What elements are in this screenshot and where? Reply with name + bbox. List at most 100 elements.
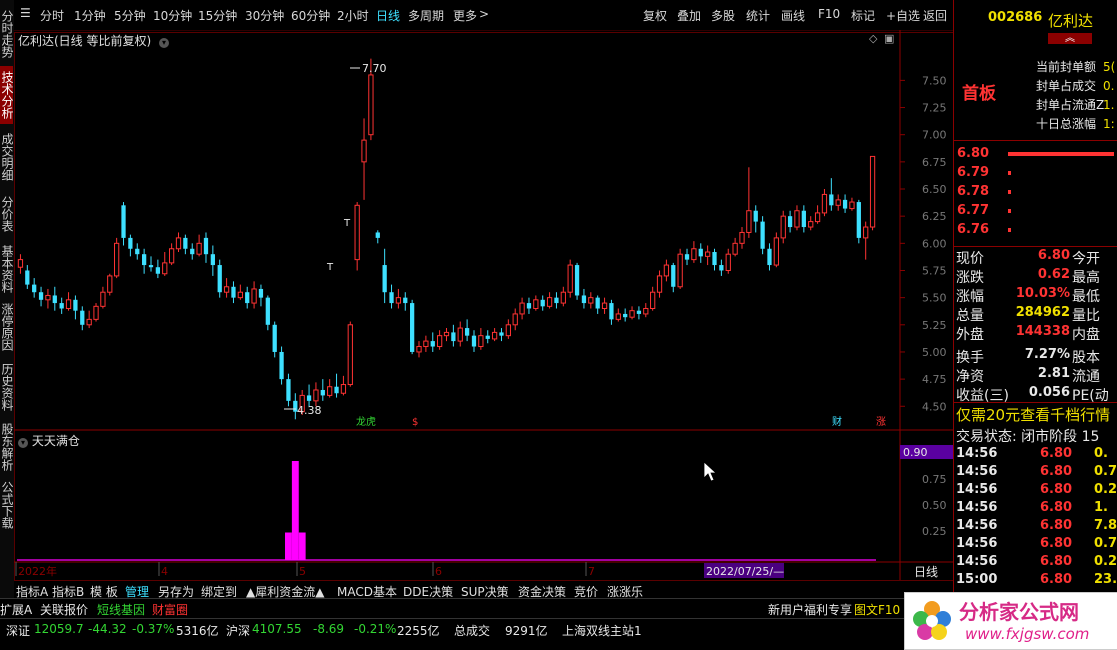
menu-icon[interactable]: ☰ [20,6,31,20]
tick-volume: 0.2 [1094,554,1117,569]
price-tick-label: 6.50 [922,183,947,196]
fullscreen-icon[interactable]: ▣ [884,32,894,45]
left-tab-shareholders[interactable]: 股东解析 [0,420,13,474]
promo-banner[interactable]: 仅需20元查看千档行情 [956,404,1110,425]
seal-item-3: 十日总涨幅 [1036,117,1097,131]
candle-body [286,379,291,401]
order-book-price: 6.78 [957,184,990,199]
server-name[interactable]: 上海双线主站1 [562,622,642,639]
left-tab-intraday[interactable]: 分时走势 [0,8,13,60]
chart-title: 亿利达(日线 等比前复权) ▾ [18,32,170,49]
seal-value-2: 1. [1103,98,1115,112]
kline-chart[interactable]: 7.50 7.25 7.00 6.75 6.50 6.25 6.00 5.75 5.50 5.25… [14,30,953,580]
f10-button[interactable]: F10 [818,7,840,21]
indicator-title[interactable]: ▾ 天天满仓 [18,432,80,449]
tick-price: 6.80 [1040,446,1073,461]
left-tab-limit-reason[interactable]: 涨停原因 [0,300,13,354]
period-2hour[interactable]: 2小时 [337,7,369,24]
chart-marker[interactable]: T [343,218,351,229]
left-tab-price-dist[interactable]: 分价表 [0,190,13,238]
market-0-name[interactable]: 深证 [6,622,30,639]
indicator-series [285,461,306,560]
top-toolbar: ☰ 分时 1分钟 5分钟 10分钟 15分钟 30分钟 60分钟 2小时 日线 … [14,0,953,33]
candle-body [327,386,333,396]
order-book-row[interactable]: 6.78 [954,184,1117,202]
period-30min[interactable]: 30分钟 [245,7,284,24]
market-0-pct: -0.37% [132,622,175,636]
mark-button[interactable]: 标记 [851,7,875,24]
candle-body [677,253,683,288]
trade-status: 交易状态: 闭市阶段 15 [956,429,1100,445]
stat-value: 2.81 [1037,366,1070,381]
fuquan-button[interactable]: 复权 [643,7,667,24]
more-arrow-icon[interactable]: > [479,7,489,21]
new-user-promo-link[interactable]: 新用户福利专享 [768,601,852,618]
order-book-row[interactable]: 6.79 [954,165,1117,183]
left-tab-formula[interactable]: 公式下载 [0,478,13,532]
add-watchlist-button[interactable]: +自选 [886,7,920,24]
candle-body [691,248,697,261]
indicator-chevron-icon[interactable]: ▾ [18,438,28,448]
order-book-row[interactable]: 6.77 [954,203,1117,221]
back-button[interactable]: 返回 [923,7,947,24]
period-10min[interactable]: 10分钟 [153,7,192,24]
candle-body [162,262,168,275]
tick-volume: 0. [1094,446,1108,461]
left-tab-profile[interactable]: 基本资料 [0,242,13,296]
candle-body [251,288,257,304]
seal-item-1: 封单占成交 [1036,79,1097,93]
stat-label-2: 今开 [1072,251,1100,267]
seal-item-2: 封单占流通Z [1036,98,1105,112]
period-multi[interactable]: 多周期 [408,7,444,24]
period-15min[interactable]: 15分钟 [198,7,237,24]
footer-tab-ext-a[interactable]: 扩展A [0,601,32,618]
quote-stat-row: 现价 6.80 今开 [954,248,1117,267]
left-tab-technical[interactable]: 技术分析 [0,66,13,124]
candle-body [265,297,270,325]
indicator-title-text: 天天满仓 [31,434,80,448]
chart-marker[interactable]: 财 [832,415,842,428]
candle-body [546,297,553,307]
period-5min[interactable]: 5分钟 [114,7,146,24]
candle-body [203,237,209,255]
stock-code: 002686 [988,10,1043,25]
chart-marker[interactable]: 龙虎 [356,415,376,428]
multi-stock-button[interactable]: 多股 [711,7,735,24]
market-1-value: 4107.55 [252,622,302,636]
period-1min[interactable]: 1分钟 [74,7,106,24]
market-1-name[interactable]: 沪深 [226,622,250,639]
order-book-price: 6.76 [957,222,990,237]
stat-label-2: 最高 [1072,270,1100,286]
left-tab-history[interactable]: 历史资料 [0,360,13,414]
overlay-button[interactable]: 叠加 [677,7,701,24]
x-tick-label: 4 [161,565,168,578]
chart-marker[interactable]: T [326,262,334,273]
diamond-icon[interactable]: ◇ [869,32,878,45]
statistics-button[interactable]: 统计 [746,7,770,24]
period-daily[interactable]: 日线 [376,7,400,24]
candle-body [368,74,374,136]
candle-body [863,226,869,239]
tick-price: 6.80 [1040,464,1073,479]
order-book-row[interactable]: 6.80 [954,146,1117,164]
tick-price: 6.80 [1040,536,1073,551]
footer-tab-short-gene[interactable]: 短线基因 [97,601,145,618]
dropdown-arrow-icon[interactable]: ︽ [1048,33,1092,44]
candle-body [168,248,175,264]
footer-tab-related[interactable]: 关联报价 [40,601,88,618]
period-60min[interactable]: 60分钟 [291,7,330,24]
footer-tab-wealth[interactable]: 财富圈 [152,601,188,618]
watermark-logo: 分析家公式网 www.fxjgsw.com [904,592,1117,650]
indicator-tick-0: 0.75 [922,473,947,486]
period-intraday[interactable]: 分时 [40,7,64,24]
price-tick-label: 5.25 [922,319,947,332]
chart-marker[interactable]: $ [412,417,418,428]
chevron-down-icon[interactable]: ▾ [159,38,170,48]
f10-link[interactable]: 图文F10 [854,601,900,618]
draw-line-button[interactable]: 画线 [781,7,805,24]
period-more[interactable]: 更多 [453,7,477,24]
order-book-row[interactable]: 6.76 [954,222,1117,240]
left-tab-trades[interactable]: 成交明细 [0,130,13,184]
order-book-price: 6.80 [957,146,990,161]
chart-marker[interactable]: 涨 [876,416,886,428]
